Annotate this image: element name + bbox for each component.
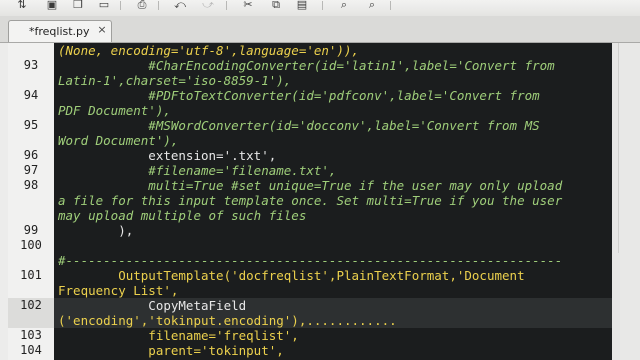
vertical-scrollbar[interactable]	[612, 43, 640, 360]
close-icon[interactable]: ×	[95, 23, 109, 37]
line-number: 100	[20, 238, 42, 252]
line-number	[8, 208, 54, 223]
line-number: 104	[20, 343, 42, 357]
toolbar-separator	[158, 1, 159, 10]
code-text: #CharEncodingConverter(id='latin1',label…	[58, 58, 555, 73]
line-number: 95	[23, 118, 39, 132]
redo-icon[interactable]: ⤻	[200, 0, 216, 10]
code-line: 104 parent='tokinput',	[8, 343, 612, 358]
toolbar-separator	[120, 1, 121, 10]
code-text: a file for this input template once. Set…	[58, 193, 563, 208]
toolbar-separator	[322, 1, 323, 10]
code-line: 93 #CharEncodingConverter(id='latin1',la…	[8, 58, 612, 73]
line-number	[8, 313, 54, 328]
code-text: ),	[58, 223, 134, 238]
copy-doc-icon[interactable]: ❐	[70, 0, 86, 10]
code-text: filename='freqlist',	[58, 328, 299, 343]
line-number	[8, 103, 54, 118]
line-number	[8, 133, 54, 148]
paste-icon[interactable]: ▤	[294, 0, 310, 10]
current-line: ('encoding','tokinput.encoding'),.......…	[8, 313, 612, 328]
code-line: PDF Document'),	[8, 103, 612, 118]
code-line: 96 extension='.txt',	[8, 148, 612, 163]
line-number: 101	[20, 268, 42, 282]
cut-icon[interactable]: ✂	[240, 0, 256, 10]
tab-freqlist[interactable]: *freqlist.py ×	[8, 20, 112, 42]
line-number: 96	[23, 148, 39, 162]
code-text: OutputTemplate('docfreqlist',PlainTextFo…	[58, 268, 525, 283]
tab-bar: *freqlist.py ×	[0, 16, 640, 43]
line-number: 97	[23, 163, 39, 177]
code-text: may upload multiple of such files	[58, 208, 307, 223]
code-line: 95 #MSWordConverter(id='docconv',label='…	[8, 118, 612, 133]
code-line: Word Document'),	[8, 133, 612, 148]
code-line: #---------------------------------------…	[8, 253, 612, 268]
code-text: #filename='filename.txt',	[58, 163, 337, 178]
code-line: 100	[8, 238, 612, 253]
code-text: (None, encoding='utf-8',language='en')),	[58, 43, 360, 58]
code-text: Word Document'),	[58, 133, 179, 148]
code-line: 101 OutputTemplate('docfreqlist',PlainTe…	[8, 268, 612, 283]
code-line: 97 #filename='filename.txt',	[8, 163, 612, 178]
new-icon[interactable]: ▣	[44, 0, 60, 10]
code-text: Frequency List',	[58, 283, 179, 298]
find-icon[interactable]: ⌕	[336, 0, 352, 10]
sort-icon[interactable]: ⇅	[14, 0, 30, 10]
code-line: 99 ),	[8, 223, 612, 238]
line-number	[8, 283, 54, 298]
toolbar: ⇅ ▣ ❐ ▭ ⎙ ⤺ ⤻ ✂ ⧉ ▤ ⌕ ⌕	[0, 0, 640, 16]
replace-icon[interactable]: ⌕	[364, 0, 380, 10]
code-text: multi=True #set unique=True if the user …	[58, 178, 563, 193]
code-line: may upload multiple of such files	[8, 208, 612, 223]
code-line: Frequency List',	[8, 283, 612, 298]
line-number	[8, 43, 54, 58]
copy-icon[interactable]: ⧉	[268, 0, 284, 10]
print-icon[interactable]: ⎙	[134, 0, 150, 10]
current-line: 102 CopyMetaField	[8, 298, 612, 313]
line-number	[8, 253, 54, 268]
line-number	[8, 193, 54, 208]
undo-icon[interactable]: ⤺	[172, 0, 188, 10]
toolbar-separator	[390, 1, 391, 10]
code-line: 103 filename='freqlist',	[8, 328, 612, 343]
line-number: 93	[23, 58, 39, 72]
line-number: 94	[23, 88, 39, 102]
line-number: 98	[23, 178, 39, 192]
line-number: 103	[20, 328, 42, 342]
code-text: parent='tokinput',	[58, 343, 284, 358]
scrollbar-thumb[interactable]	[618, 43, 631, 253]
code-text: extension='.txt',	[58, 148, 277, 163]
code-line: (None, encoding='utf-8',language='en')),	[8, 43, 612, 58]
code-line: Latin-1',charset='iso-8859-1'),	[8, 73, 612, 88]
code-text: #---------------------------------------…	[58, 253, 563, 268]
open-icon[interactable]: ▭	[96, 0, 112, 10]
code-text: ('encoding','tokinput.encoding'),.......…	[58, 313, 397, 328]
code-editor[interactable]: (None, encoding='utf-8',language='en')),…	[8, 43, 612, 360]
line-number	[8, 73, 54, 88]
code-line: 98 multi=True #set unique=True if the us…	[8, 178, 612, 193]
line-number: 99	[23, 223, 39, 237]
code-text: #MSWordConverter(id='docconv',label='Con…	[58, 118, 540, 133]
tab-label: *freqlist.py	[29, 25, 90, 38]
line-number: 102	[8, 298, 54, 313]
code-line: 94 #PDFtoTextConverter(id='pdfconv',labe…	[8, 88, 612, 103]
code-text: Latin-1',charset='iso-8859-1'),	[58, 73, 292, 88]
code-text: #PDFtoTextConverter(id='pdfconv',label='…	[58, 88, 540, 103]
code-line: a file for this input template once. Set…	[8, 193, 612, 208]
toolbar-separator	[226, 1, 227, 10]
code-text: PDF Document'),	[58, 103, 171, 118]
code-text: CopyMetaField	[58, 298, 247, 313]
